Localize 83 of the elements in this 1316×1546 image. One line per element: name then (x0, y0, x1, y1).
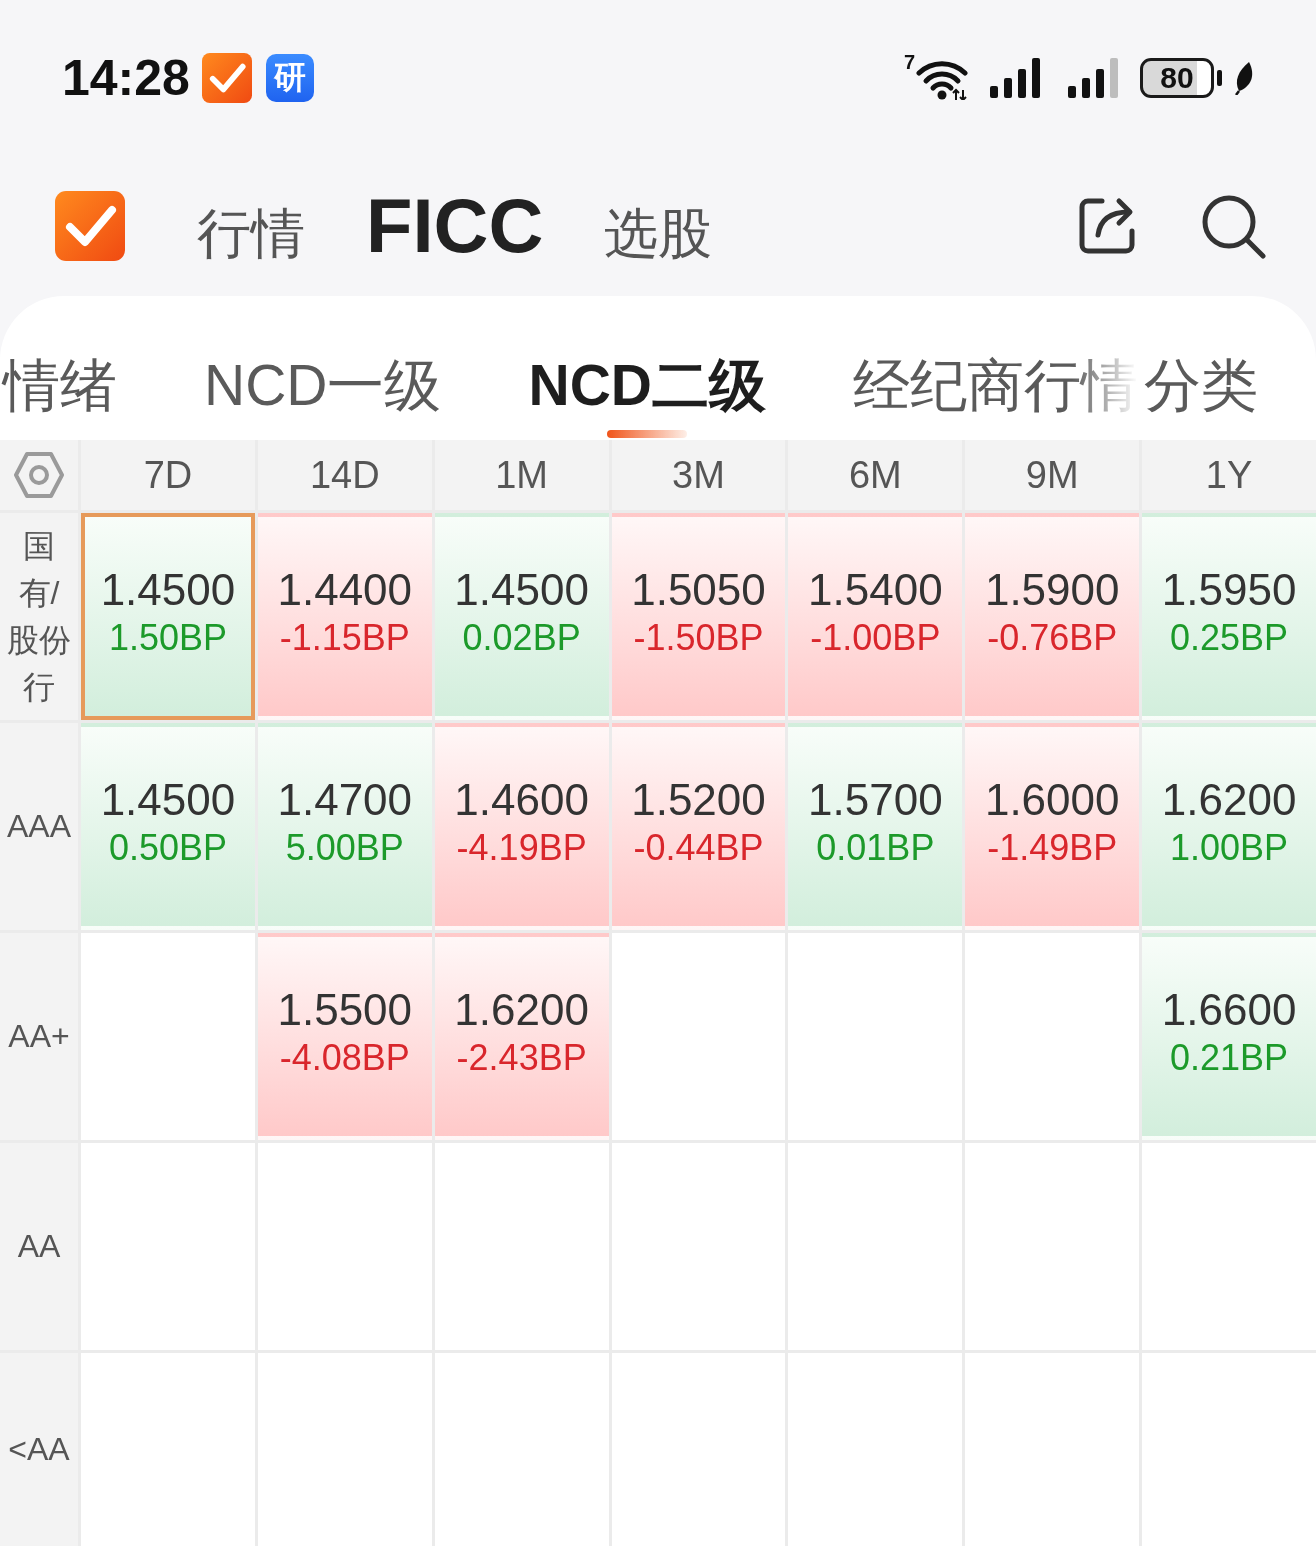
rate-cell[interactable]: 1.6600 0.21BP (1142, 933, 1316, 1140)
battery-indicator: 80 (1140, 58, 1214, 98)
rate-value: 1.6000 (984, 773, 1120, 826)
rate-cell[interactable]: 1.6000 -1.49BP (965, 723, 1140, 930)
rate-change: -2.43BP (456, 1035, 587, 1080)
rate-cell[interactable]: 1.4500 1.50BP (81, 513, 255, 720)
rate-cell[interactable]: 1.5700 0.01BP (788, 723, 963, 930)
wifi-standard-label: 7 (903, 52, 915, 72)
column-header: 1Y (1142, 440, 1316, 510)
battery-tip-icon (1217, 70, 1222, 86)
rate-value: 1.5900 (984, 563, 1120, 616)
rate-change: 0.21BP (1170, 1035, 1289, 1080)
sub-tab[interactable]: 经纪商行情 (853, 353, 1138, 438)
rate-value: 1.4400 (277, 563, 413, 616)
search-icon (1200, 193, 1266, 259)
rate-value: 1.5400 (808, 563, 943, 616)
rate-value: 1.5200 (631, 773, 766, 826)
rate-value: 1.4500 (100, 563, 236, 616)
row-header: <AA (0, 1353, 78, 1546)
rate-cell[interactable]: 1.5950 0.25BP (1142, 513, 1316, 720)
rate-value: 1.6200 (454, 983, 589, 1036)
rate-value: 1.5700 (808, 773, 943, 826)
rate-change: -1.49BP (987, 825, 1118, 870)
rate-value: 1.4700 (277, 773, 413, 826)
rate-value: 1.4500 (100, 773, 236, 826)
rate-change: 5.00BP (285, 825, 404, 870)
rate-cell[interactable]: 1.4500 0.02BP (434, 513, 609, 720)
rate-change: 0.02BP (462, 615, 581, 660)
rate-change: -4.19BP (456, 825, 587, 870)
rate-change: -0.44BP (633, 825, 764, 870)
rate-cell[interactable]: 1.4500 0.50BP (81, 723, 255, 930)
signal-icon (990, 58, 1042, 98)
column-header: 7D (81, 440, 255, 510)
rate-change: -1.15BP (279, 615, 410, 660)
rate-change: -1.50BP (633, 615, 764, 660)
column-header: 14D (257, 440, 432, 510)
row-header: AAA (0, 723, 78, 930)
rate-cell[interactable]: 1.6200 1.00BP (1142, 723, 1316, 930)
rate-value: 1.5050 (631, 563, 766, 616)
rate-value: 1.5950 (1161, 563, 1297, 616)
rate-cell[interactable]: 1.5500 -4.08BP (257, 933, 432, 1140)
rate-change: 0.01BP (816, 825, 935, 870)
nav-tab[interactable]: 选股 (604, 204, 713, 264)
rate-cell[interactable]: 1.4400 -1.15BP (257, 513, 432, 720)
nav-tab[interactable]: 行情 (197, 204, 305, 264)
rate-change: -0.76BP (987, 615, 1118, 660)
sub-tab[interactable]: NCD二级 (528, 353, 766, 438)
rate-cell[interactable]: 1.5900 -0.76BP (965, 513, 1140, 720)
rate-value: 1.4500 (454, 563, 589, 616)
rate-value: 1.6600 (1161, 983, 1297, 1036)
rate-change: 1.50BP (108, 615, 227, 660)
rate-change: 0.25BP (1170, 615, 1289, 660)
sub-tab[interactable]: NCD一级 (204, 353, 442, 438)
column-header: 9M (965, 440, 1140, 510)
rate-cell[interactable]: 1.5050 -1.50BP (611, 513, 786, 720)
sub-tab[interactable]: 情绪 (3, 353, 117, 438)
signal-icon (1068, 58, 1120, 98)
row-header: AA+ (0, 933, 78, 1140)
column-header: 6M (788, 440, 963, 510)
check-app-icon (201, 53, 252, 103)
status-time: 14:28 (62, 50, 190, 106)
rate-change: -4.08BP (279, 1035, 410, 1080)
search-button[interactable] (1200, 193, 1266, 259)
rate-cell[interactable]: 1.4600 -4.19BP (434, 723, 609, 930)
rate-cell[interactable]: 1.5200 -0.44BP (611, 723, 786, 930)
category-button[interactable]: 分类 (1144, 353, 1258, 417)
rate-value: 1.5500 (277, 983, 413, 1036)
rate-cell[interactable]: 1.5400 -1.00BP (788, 513, 963, 720)
settings-icon[interactable] (14, 452, 64, 498)
column-header: 3M (611, 440, 786, 510)
rate-change: 1.00BP (1170, 825, 1289, 870)
rate-value: 1.6200 (1161, 773, 1297, 826)
row-header: 国有/股份行 (0, 513, 78, 720)
rate-change: 0.50BP (108, 825, 227, 870)
rate-change: -1.00BP (810, 615, 941, 660)
logo-icon (55, 191, 125, 261)
nav-tab[interactable]: FICC (366, 184, 544, 268)
rate-cell[interactable]: 1.4700 5.00BP (257, 723, 432, 930)
app-badge: 研 (265, 54, 314, 102)
rate-value: 1.4600 (454, 773, 589, 826)
row-header: AA (0, 1143, 78, 1350)
column-header: 1M (434, 440, 609, 510)
rate-cell[interactable]: 1.6200 -2.43BP (434, 933, 609, 1140)
